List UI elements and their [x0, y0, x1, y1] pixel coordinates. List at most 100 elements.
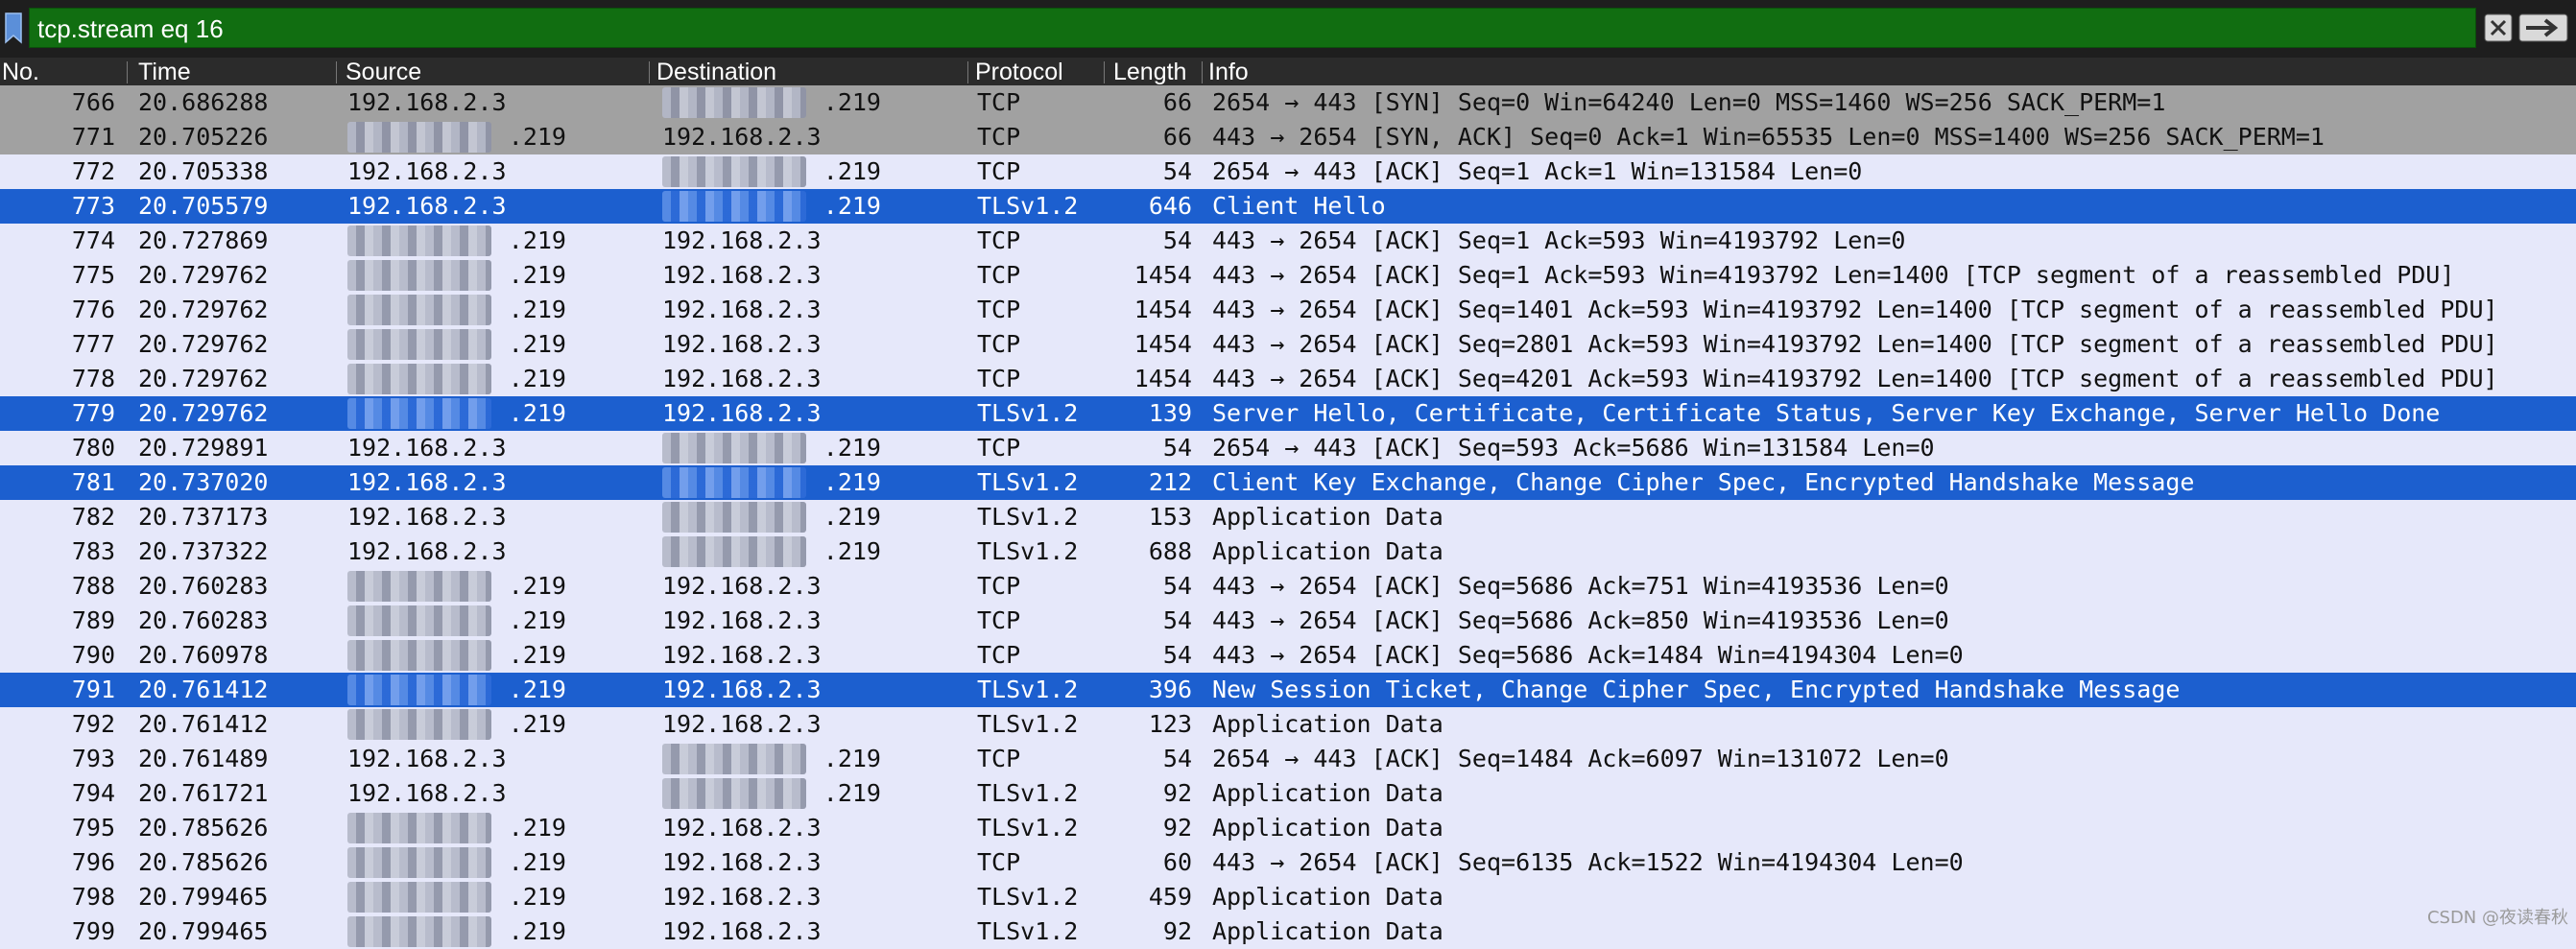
packet-row[interactable]: 789 20.760283 .219 192.168.2.3 TCP 54 443 → 26… — [0, 604, 2576, 638]
packet-time: 20.729891 — [138, 434, 269, 462]
packet-info: Server Hello, Certificate, Certificate S… — [1212, 399, 2441, 427]
packet-time: 20.799465 — [138, 917, 269, 945]
packet-destination: .219 — [823, 434, 881, 462]
column-divider[interactable] — [1104, 61, 1105, 83]
packet-info: Application Data — [1212, 503, 1443, 531]
packet-number: 795 — [71, 814, 115, 842]
column-divider[interactable] — [967, 61, 968, 83]
packet-row[interactable]: 776 20.729762 .219 192.168.2.3 TCP 1454 443 → … — [0, 293, 2576, 327]
packet-row[interactable]: 792 20.761412 .219 192.168.2.3 TLSv1.2 123 App… — [0, 707, 2576, 742]
col-time-header[interactable]: Time — [138, 58, 191, 87]
packet-info: 2654 → 443 [ACK] Seq=593 Ack=5686 Win=13… — [1212, 434, 1935, 462]
packet-number: 799 — [71, 917, 115, 945]
packet-source: .219 — [508, 814, 566, 842]
packet-row[interactable]: 799 20.799465 .219 192.168.2.3 TLSv1.2 92 Appl… — [0, 914, 2576, 949]
packet-row[interactable]: 771 20.705226 .219 192.168.2.3 TCP 66 443 → 26… — [0, 120, 2576, 154]
packet-row[interactable]: 773 20.705579 192.168.2.3 .219 TLSv1.2 646 Cli… — [0, 189, 2576, 224]
packet-protocol: TCP — [977, 365, 1021, 392]
packet-length: 54 — [1162, 434, 1192, 462]
packet-number: 774 — [71, 226, 115, 254]
packet-info: 2654 → 443 [ACK] Seq=1 Ack=1 Win=131584 … — [1212, 157, 1863, 185]
column-divider[interactable] — [336, 61, 337, 83]
packet-protocol: TLSv1.2 — [977, 779, 1079, 807]
packet-destination: .219 — [823, 157, 881, 185]
packet-source: 192.168.2.3 — [347, 434, 507, 462]
packet-row[interactable]: 782 20.737173 192.168.2.3 .219 TLSv1.2 153 App… — [0, 500, 2576, 534]
packet-row[interactable]: 793 20.761489 192.168.2.3 .219 TCP 54 2654 → 4… — [0, 742, 2576, 776]
packet-row[interactable]: 774 20.727869 .219 192.168.2.3 TCP 54 443 → 26… — [0, 224, 2576, 258]
packet-protocol: TLSv1.2 — [977, 917, 1079, 945]
packet-source: .219 — [508, 123, 566, 151]
packet-length: 646 — [1148, 192, 1192, 220]
packet-destination: 192.168.2.3 — [662, 226, 822, 254]
packet-row[interactable]: 778 20.729762 .219 192.168.2.3 TCP 1454 443 → … — [0, 362, 2576, 396]
packet-protocol: TCP — [977, 745, 1021, 772]
column-divider[interactable] — [1202, 61, 1203, 83]
col-source-header[interactable]: Source — [346, 58, 421, 87]
packet-row[interactable]: 788 20.760283 .219 192.168.2.3 TCP 54 443 → 26… — [0, 569, 2576, 604]
packet-info: Application Data — [1212, 779, 1443, 807]
packet-row[interactable]: 779 20.729762 .219 192.168.2.3 TLSv1.2 139 Ser… — [0, 396, 2576, 431]
packet-source: .219 — [508, 365, 566, 392]
col-info-header[interactable]: Info — [1208, 58, 1249, 87]
packet-time: 20.729762 — [138, 296, 269, 323]
packet-length: 1454 — [1133, 365, 1192, 392]
packet-source: 192.168.2.3 — [347, 157, 507, 185]
packet-row[interactable]: 790 20.760978 .219 192.168.2.3 TCP 54 443 → 26… — [0, 638, 2576, 673]
packet-destination: .219 — [823, 88, 881, 116]
packet-source: .219 — [508, 399, 566, 427]
packet-row[interactable]: 777 20.729762 .219 192.168.2.3 TCP 1454 443 → … — [0, 327, 2576, 362]
packet-info: 2654 → 443 [SYN] Seq=0 Win=64240 Len=0 M… — [1212, 88, 2166, 116]
packet-info: Application Data — [1212, 917, 1443, 945]
packet-info: 443 → 2654 [ACK] Seq=5686 Ack=751 Win=41… — [1212, 572, 1949, 600]
packet-length: 139 — [1148, 399, 1192, 427]
clear-filter-icon[interactable] — [2484, 13, 2513, 42]
packet-length: 396 — [1148, 676, 1192, 703]
packet-row[interactable]: 791 20.761412 .219 192.168.2.3 TLSv1.2 396 New… — [0, 673, 2576, 707]
packet-source: .219 — [508, 296, 566, 323]
packet-row[interactable]: 783 20.737322 192.168.2.3 .219 TLSv1.2 688 App… — [0, 534, 2576, 569]
col-length-header[interactable]: Length — [1113, 58, 1186, 87]
col-no-header[interactable]: No. — [2, 58, 39, 87]
packet-number: 794 — [71, 779, 115, 807]
col-protocol-header[interactable]: Protocol — [975, 58, 1063, 87]
column-divider[interactable] — [649, 61, 650, 83]
packet-length: 66 — [1162, 88, 1192, 116]
display-filter-input[interactable]: tcp.stream eq 16 — [29, 8, 2476, 48]
packet-source: .219 — [508, 572, 566, 600]
packet-protocol: TCP — [977, 434, 1021, 462]
column-divider[interactable] — [127, 61, 128, 83]
packet-number: 778 — [71, 365, 115, 392]
packet-protocol: TCP — [977, 157, 1021, 185]
packet-time: 20.760283 — [138, 572, 269, 600]
packet-row[interactable]: 766 20.686288 192.168.2.3 .219 TCP 66 2654 → 4… — [0, 85, 2576, 120]
packet-row[interactable]: 781 20.737020 192.168.2.3 .219 TLSv1.2 212 Cli… — [0, 465, 2576, 500]
packet-number: 788 — [71, 572, 115, 600]
apply-filter-arrow-icon[interactable] — [2518, 13, 2568, 42]
packet-protocol: TCP — [977, 296, 1021, 323]
packet-destination: 192.168.2.3 — [662, 641, 822, 669]
col-destination-header[interactable]: Destination — [656, 58, 776, 87]
packet-length: 212 — [1148, 468, 1192, 496]
packet-row[interactable]: 794 20.761721 192.168.2.3 .219 TLSv1.2 92 Appl… — [0, 776, 2576, 811]
packet-protocol: TCP — [977, 123, 1021, 151]
packet-number: 776 — [71, 296, 115, 323]
packet-source: .219 — [508, 676, 566, 703]
packet-number: 783 — [71, 537, 115, 565]
packet-time: 20.785626 — [138, 814, 269, 842]
packet-row[interactable]: 775 20.729762 .219 192.168.2.3 TCP 1454 443 → … — [0, 258, 2576, 293]
packet-source: .219 — [508, 261, 566, 289]
packet-destination: 192.168.2.3 — [662, 710, 822, 738]
packet-number: 796 — [71, 848, 115, 876]
packet-time: 20.729762 — [138, 261, 269, 289]
packet-row[interactable]: 795 20.785626 .219 192.168.2.3 TLSv1.2 92 Appl… — [0, 811, 2576, 845]
packet-length: 54 — [1162, 226, 1192, 254]
packet-row[interactable]: 780 20.729891 192.168.2.3 .219 TCP 54 2654 → 4… — [0, 431, 2576, 465]
packet-protocol: TLSv1.2 — [977, 468, 1079, 496]
packet-row[interactable]: 798 20.799465 .219 192.168.2.3 TLSv1.2 459 App… — [0, 880, 2576, 914]
bookmark-icon[interactable] — [4, 12, 23, 44]
packet-row[interactable]: 796 20.785626 .219 192.168.2.3 TCP 60 443 → 26… — [0, 845, 2576, 880]
packet-row[interactable]: 772 20.705338 192.168.2.3 .219 TCP 54 2654 → 4… — [0, 154, 2576, 189]
packet-length: 123 — [1148, 710, 1192, 738]
packet-destination: 192.168.2.3 — [662, 814, 822, 842]
